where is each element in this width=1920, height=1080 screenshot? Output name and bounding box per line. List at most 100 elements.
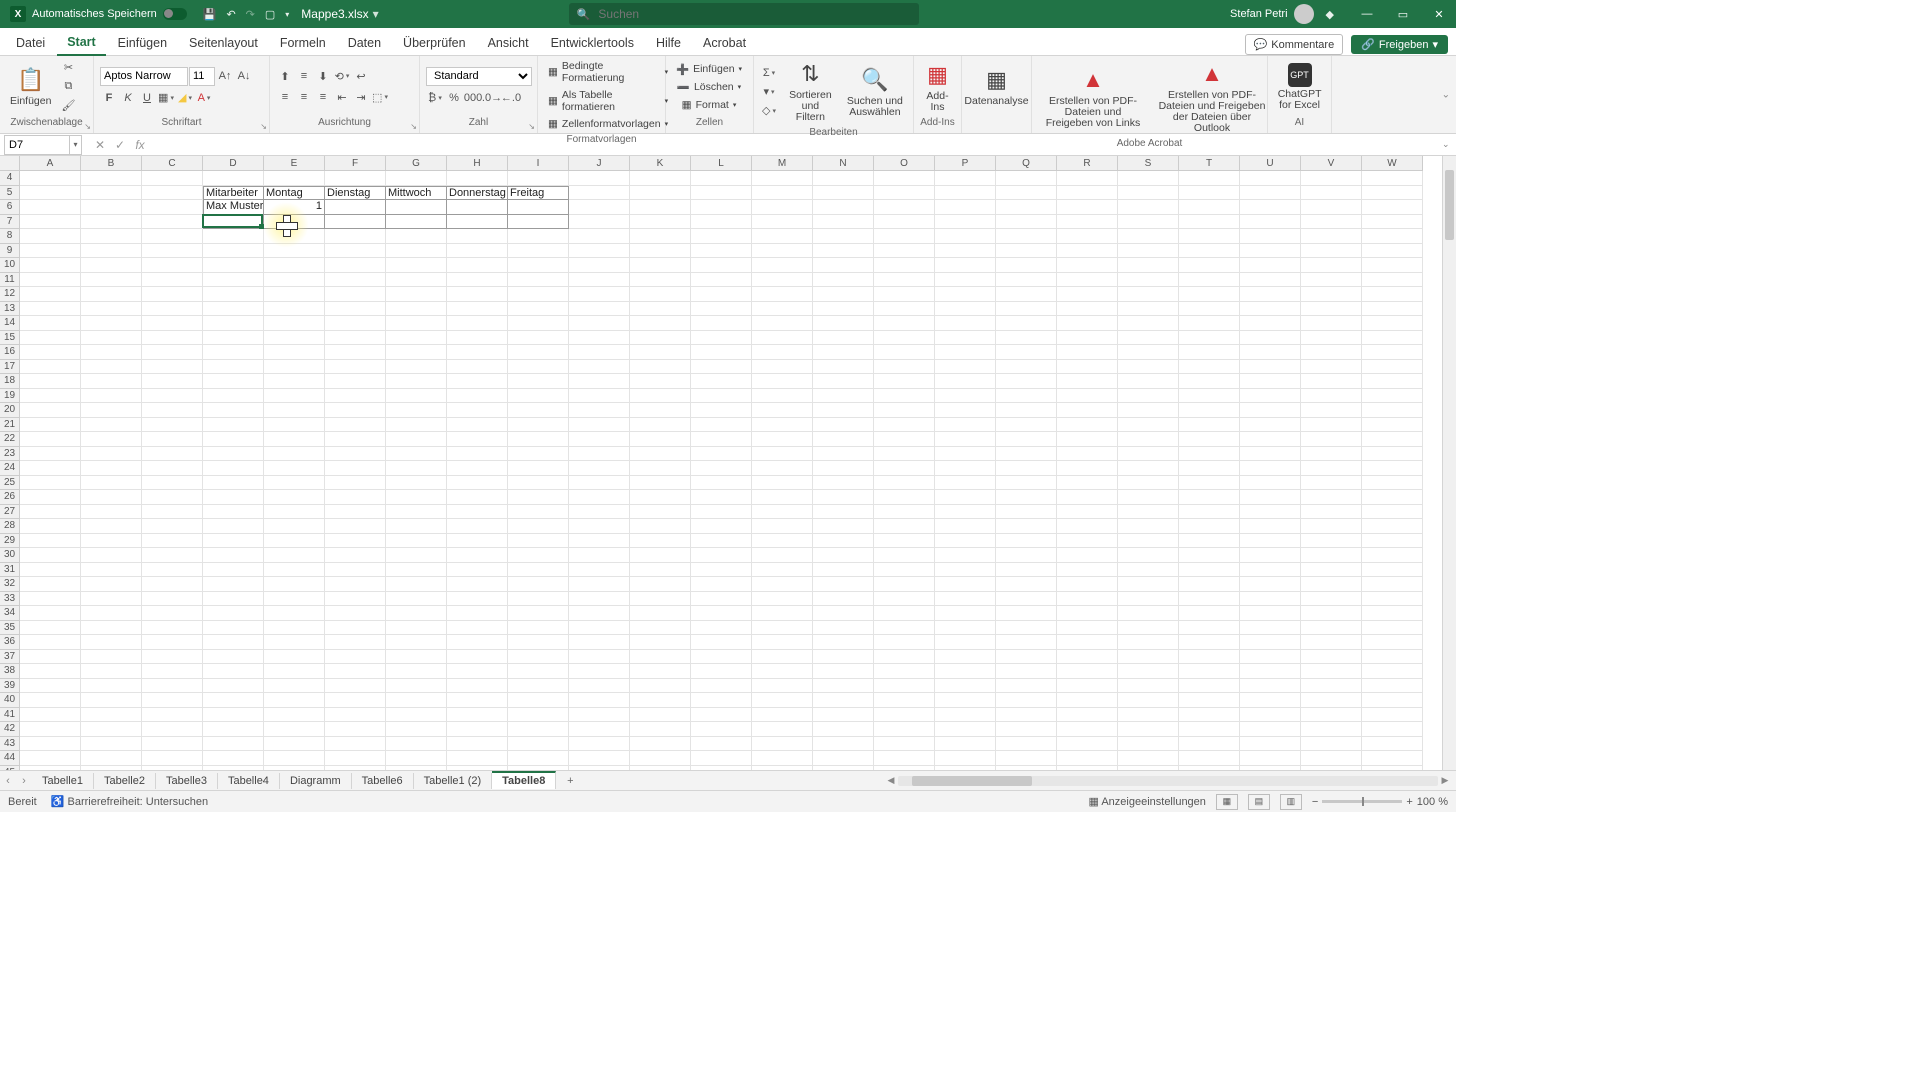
cell[interactable] [325,519,386,534]
column-header[interactable]: I [508,156,569,171]
cell[interactable] [142,461,203,476]
cell[interactable] [935,606,996,621]
view-page-layout-icon[interactable]: ▤ [1248,794,1270,810]
cell[interactable] [81,534,142,549]
cell[interactable] [203,664,264,679]
cell[interactable] [874,766,935,771]
cell[interactable] [996,447,1057,462]
row-header[interactable]: 22 [0,432,20,447]
cell[interactable] [935,563,996,578]
cell[interactable] [142,766,203,771]
cell[interactable] [386,766,447,771]
cell[interactable] [569,389,630,404]
cell[interactable] [1362,476,1423,491]
cell[interactable] [1362,345,1423,360]
cell[interactable] [691,360,752,375]
cell[interactable] [1240,490,1301,505]
cell[interactable] [1240,316,1301,331]
cell[interactable] [813,302,874,317]
cell[interactable] [1179,606,1240,621]
row-header[interactable]: 20 [0,403,20,418]
cell[interactable] [325,490,386,505]
clear-icon[interactable]: ◇ [760,102,778,120]
cell[interactable] [752,229,813,244]
cell[interactable] [1179,258,1240,273]
cell[interactable] [1057,258,1118,273]
ribbon-tab-start[interactable]: Start [57,29,105,56]
cell[interactable] [752,171,813,186]
cell[interactable] [142,244,203,259]
cell[interactable] [569,331,630,346]
cell[interactable] [1118,302,1179,317]
cell[interactable] [142,737,203,752]
cell[interactable] [569,490,630,505]
diamond-icon[interactable]: ◆ [1326,8,1334,21]
row-header[interactable]: 32 [0,577,20,592]
cell[interactable] [1118,621,1179,636]
cell[interactable] [142,389,203,404]
cell[interactable] [1301,215,1362,230]
dialog-launcher-icon[interactable]: ↘ [260,122,267,131]
cell[interactable] [264,606,325,621]
cell[interactable] [1179,664,1240,679]
cell[interactable] [508,534,569,549]
cell[interactable] [20,331,81,346]
cell[interactable] [1118,345,1179,360]
cell[interactable] [630,577,691,592]
cell[interactable] [996,244,1057,259]
cell[interactable] [630,215,691,230]
cell[interactable] [325,635,386,650]
cell[interactable] [1362,258,1423,273]
cell[interactable] [81,418,142,433]
cell[interactable] [935,461,996,476]
cell[interactable] [996,693,1057,708]
cell[interactable] [1301,389,1362,404]
cell[interactable] [386,592,447,607]
cell[interactable] [1057,548,1118,563]
cell[interactable] [935,432,996,447]
cell[interactable] [1240,592,1301,607]
cell[interactable] [630,679,691,694]
cell[interactable] [1301,418,1362,433]
cell[interactable] [508,258,569,273]
cell[interactable] [813,737,874,752]
cell[interactable] [264,432,325,447]
cell[interactable] [630,635,691,650]
column-header[interactable]: D [203,156,264,171]
cell[interactable] [81,200,142,215]
cell[interactable] [874,722,935,737]
cell[interactable] [752,708,813,723]
zoom-level[interactable]: 100 % [1417,796,1448,808]
cell[interactable]: Donnerstag [447,186,508,201]
cell[interactable] [1057,679,1118,694]
cell[interactable] [1362,200,1423,215]
cell[interactable] [569,679,630,694]
sheet-tab[interactable]: Tabelle1 (2) [414,773,492,789]
cell[interactable]: Montag [264,186,325,201]
fill-color-button[interactable]: ◢ [176,89,194,107]
cell[interactable] [386,345,447,360]
cell[interactable] [569,273,630,288]
cell[interactable] [508,447,569,462]
cell[interactable] [691,200,752,215]
cell[interactable] [81,244,142,259]
cell[interactable] [1240,519,1301,534]
cell[interactable] [996,403,1057,418]
cell[interactable] [1301,432,1362,447]
cell[interactable] [203,751,264,766]
cell[interactable] [1118,708,1179,723]
cell[interactable] [203,389,264,404]
column-header[interactable]: C [142,156,203,171]
cell[interactable] [630,258,691,273]
ribbon-tab-seitenlayout[interactable]: Seitenlayout [179,30,268,55]
cell[interactable] [935,693,996,708]
cell[interactable] [1301,751,1362,766]
column-header[interactable]: R [1057,156,1118,171]
cell[interactable] [691,316,752,331]
wrap-text-icon[interactable]: ↩ [352,67,370,85]
cell[interactable] [325,345,386,360]
cell[interactable] [996,418,1057,433]
cell[interactable] [81,693,142,708]
cell[interactable] [1179,273,1240,288]
cell[interactable] [1057,287,1118,302]
